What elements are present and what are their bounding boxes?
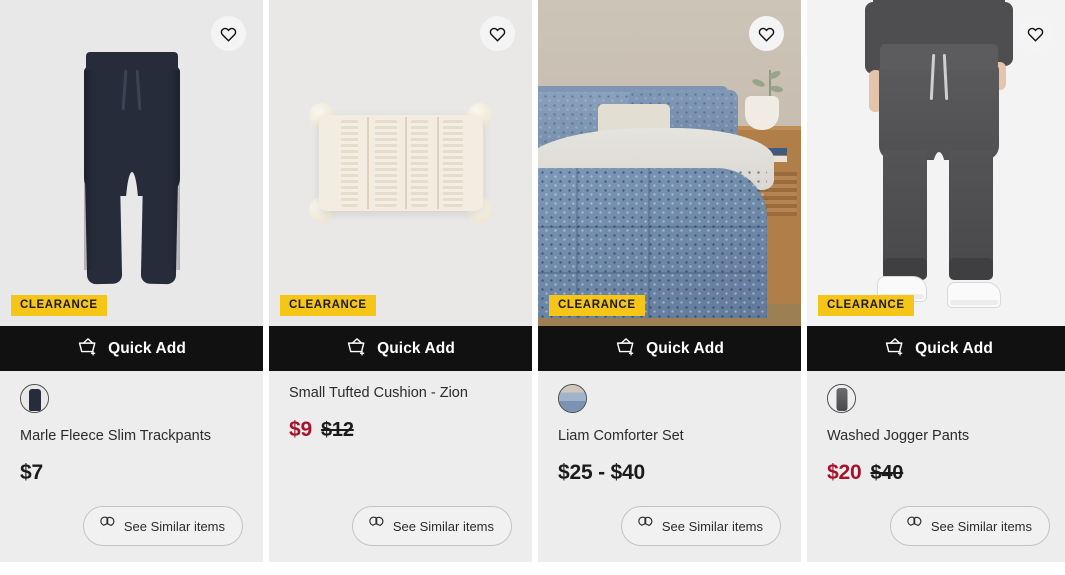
product-info: Washed Jogger Pants $20 $40 See Similar …	[807, 371, 1065, 562]
original-price: $40	[870, 462, 904, 485]
heart-icon	[489, 26, 506, 42]
see-similar-label: See Similar items	[661, 518, 763, 534]
product-card[interactable]: CLEARANCE Quick Add Small Tufted Cushion…	[269, 0, 532, 562]
similar-items-icon	[99, 516, 116, 536]
quick-add-button[interactable]: Quick Add	[538, 326, 801, 371]
original-price: $12	[320, 419, 354, 442]
current-price: $20	[827, 461, 862, 485]
see-similar-button[interactable]: See Similar items	[351, 506, 512, 546]
quick-add-label: Quick Add	[915, 339, 993, 357]
product-image[interactable]: CLEARANCE	[0, 0, 263, 326]
basket-plus-icon	[615, 337, 637, 361]
similar-items-icon	[906, 516, 923, 536]
product-info: Marle Fleece Slim Trackpants $7 See Simi…	[0, 371, 263, 562]
current-price: $7	[20, 461, 43, 485]
quick-add-label: Quick Add	[646, 339, 724, 357]
product-title[interactable]: Marle Fleece Slim Trackpants	[20, 427, 243, 445]
similar-items-icon	[637, 516, 654, 536]
product-info: Liam Comforter Set $25 - $40 See Similar…	[538, 371, 801, 562]
see-similar-button[interactable]: See Similar items	[620, 506, 781, 546]
product-title[interactable]: Small Tufted Cushion - Zion	[289, 384, 512, 402]
quick-add-button[interactable]: Quick Add	[269, 326, 532, 371]
clearance-badge: CLEARANCE	[549, 294, 645, 316]
quick-add-button[interactable]: Quick Add	[0, 326, 263, 371]
basket-plus-icon	[884, 337, 906, 361]
wishlist-button[interactable]	[480, 16, 515, 51]
product-image[interactable]: CLEARANCE	[538, 0, 801, 326]
wishlist-button[interactable]	[211, 16, 246, 51]
quick-add-label: Quick Add	[377, 339, 455, 357]
heart-icon	[1027, 26, 1044, 42]
basket-plus-icon	[77, 337, 99, 361]
product-card[interactable]: CLEARANCE Quick Add Liam Comforter Set $…	[538, 0, 801, 562]
heart-icon	[220, 26, 237, 42]
current-price: $9	[289, 418, 312, 442]
product-card[interactable]: CLEARANCE Quick Add Washed Jogger Pants …	[807, 0, 1065, 562]
colour-swatch-navy[interactable]	[20, 384, 49, 413]
quick-add-label: Quick Add	[108, 339, 186, 357]
clearance-badge: CLEARANCE	[818, 294, 914, 316]
product-image[interactable]: CLEARANCE	[269, 0, 532, 326]
price-row: $25 - $40	[558, 461, 781, 485]
see-similar-label: See Similar items	[930, 518, 1032, 534]
wishlist-button[interactable]	[749, 16, 784, 51]
quick-add-button[interactable]: Quick Add	[807, 326, 1065, 371]
product-info: Small Tufted Cushion - Zion $9 $12 See S…	[269, 371, 532, 562]
clearance-badge: CLEARANCE	[280, 294, 376, 316]
clearance-badge: CLEARANCE	[11, 294, 107, 316]
price-row: $9 $12	[289, 418, 512, 442]
price-row: $7	[20, 461, 243, 485]
basket-plus-icon	[346, 337, 368, 361]
product-grid: CLEARANCE Quick Add Marle Fleece Slim Tr…	[0, 0, 1065, 575]
product-title[interactable]: Liam Comforter Set	[558, 427, 781, 445]
similar-items-icon	[368, 516, 385, 536]
product-image[interactable]: CLEARANCE	[807, 0, 1065, 326]
colour-swatch-grey[interactable]	[827, 384, 856, 413]
current-price: $25 - $40	[558, 461, 645, 485]
see-similar-label: See Similar items	[392, 518, 494, 534]
heart-icon	[758, 26, 775, 42]
product-card[interactable]: CLEARANCE Quick Add Marle Fleece Slim Tr…	[0, 0, 263, 562]
price-row: $20 $40	[827, 461, 1050, 485]
see-similar-button[interactable]: See Similar items	[82, 506, 243, 546]
see-similar-label: See Similar items	[123, 518, 225, 534]
see-similar-button[interactable]: See Similar items	[889, 506, 1050, 546]
wishlist-button[interactable]	[1018, 16, 1053, 51]
colour-swatch-blue[interactable]	[558, 384, 587, 413]
product-title[interactable]: Washed Jogger Pants	[827, 427, 1050, 445]
